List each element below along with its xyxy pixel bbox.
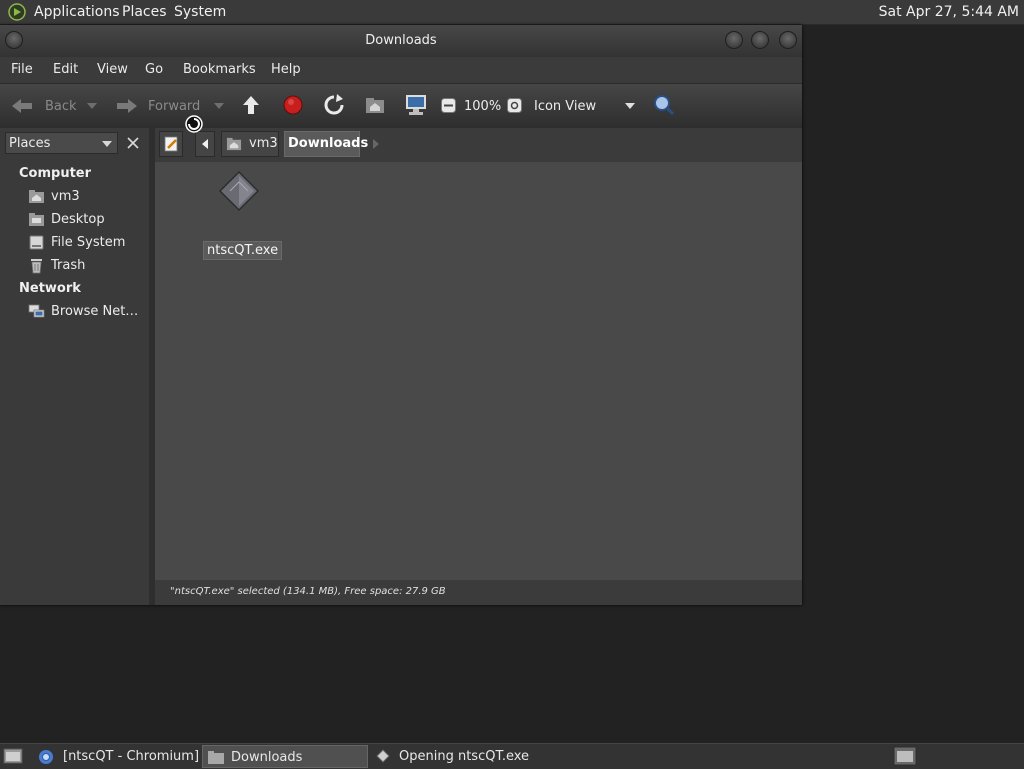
system-menu[interactable]: System [174, 4, 226, 20]
busy-cursor-icon [185, 115, 203, 133]
maximize-button[interactable] [751, 31, 769, 49]
drive-icon [28, 234, 45, 251]
file-view[interactable]: ntscQT.exe [155, 162, 802, 580]
home-folder-icon[interactable] [364, 94, 386, 116]
reload-icon[interactable] [323, 94, 345, 116]
places-menu[interactable]: Places [122, 4, 167, 20]
titlebar[interactable]: Downloads [0, 25, 802, 57]
sidebar-item-label: Desktop [51, 212, 105, 227]
zoom-level[interactable]: 100% [464, 99, 501, 114]
forward-button[interactable]: Forward [148, 99, 200, 114]
stop-icon[interactable] [283, 95, 303, 115]
workspace-switcher[interactable] [893, 745, 917, 768]
sidebar-item-trash[interactable]: Trash [28, 256, 146, 276]
menu-bookmarks[interactable]: Bookmarks [183, 62, 256, 77]
up-arrow-icon[interactable] [241, 94, 261, 118]
gnome-logo-icon[interactable] [8, 3, 26, 21]
taskbar: [ntscQT - Chromium] Downloads Opening nt… [0, 743, 1024, 769]
toolbar: Back Forward 100% Icon View [0, 83, 802, 129]
executable-file-icon [218, 170, 260, 212]
back-arrow-icon[interactable] [10, 96, 36, 116]
side-pane: Places Computer vm3 Desktop File System [0, 128, 149, 605]
applications-menu[interactable]: Applications [34, 4, 120, 20]
home-folder-icon [28, 188, 45, 205]
menu-file[interactable]: File [11, 62, 33, 77]
sidebar-item-label: vm3 [51, 189, 80, 204]
task-opening-file[interactable]: Opening ntscQT.exe [372, 745, 542, 768]
task-label: Opening ntscQT.exe [399, 749, 530, 764]
file-name: ntscQT.exe [203, 241, 283, 260]
view-mode-dropdown-icon[interactable] [625, 103, 635, 109]
task-label: Downloads [231, 750, 303, 765]
crumb-label: Downloads [288, 136, 369, 151]
section-computer: Computer [19, 166, 92, 181]
network-icon [28, 303, 45, 320]
file-item[interactable]: ntscQT.exe [202, 170, 283, 264]
crumb-vm3[interactable]: vm3 [221, 131, 279, 157]
folder-icon [207, 749, 225, 765]
computer-icon[interactable] [404, 93, 428, 117]
zoom-in-icon[interactable] [507, 98, 522, 113]
task-downloads[interactable]: Downloads [202, 745, 368, 768]
sidebar-item-label: File System [51, 235, 126, 250]
side-pane-selector-value: Places [9, 136, 51, 151]
window-title: Downloads [365, 33, 437, 48]
status-bar: "ntscQT.exe" selected (134.1 MB), Free s… [155, 580, 802, 605]
home-folder-icon [226, 136, 242, 152]
menu-edit[interactable]: Edit [53, 62, 78, 77]
trash-icon [28, 257, 45, 274]
view-mode-select[interactable]: Icon View [534, 99, 596, 114]
toggle-location-entry-button[interactable] [159, 131, 183, 157]
task-chromium[interactable]: [ntscQT - Chromium] [34, 745, 200, 768]
sidebar-item-desktop[interactable]: Desktop [28, 210, 146, 230]
executable-file-icon [376, 749, 390, 763]
chromium-icon [38, 749, 54, 765]
chevron-down-icon [102, 141, 112, 147]
back-history-dropdown-icon[interactable] [87, 103, 97, 109]
menu-view[interactable]: View [97, 62, 128, 77]
forward-arrow-icon[interactable] [113, 96, 139, 116]
sidebar-item-browse-network[interactable]: Browse Net… [28, 302, 146, 322]
menubar: File Edit View Go Bookmarks Help [0, 57, 802, 83]
desktop-folder-icon [28, 211, 45, 228]
sidebar-item-file-system[interactable]: File System [28, 233, 146, 253]
zoom-out-icon[interactable] [441, 98, 456, 113]
search-icon[interactable] [653, 94, 675, 116]
path-back-arrow[interactable] [195, 131, 215, 157]
show-desktop-button[interactable] [2, 745, 24, 768]
path-forward-arrow-icon[interactable] [371, 138, 381, 150]
crumb-label: vm3 [249, 136, 278, 151]
file-manager-window: Downloads File Edit View Go Bookmarks He… [0, 25, 802, 605]
forward-history-dropdown-icon[interactable] [214, 103, 224, 109]
sidebar-item-label: Trash [51, 258, 86, 273]
close-pane-icon[interactable] [123, 133, 143, 153]
side-pane-selector[interactable]: Places [5, 132, 118, 154]
menu-help[interactable]: Help [271, 62, 301, 77]
section-network: Network [19, 281, 81, 296]
status-text: "ntscQT.exe" selected (134.1 MB), Free s… [170, 586, 446, 597]
sidebar-item-vm3[interactable]: vm3 [28, 187, 146, 207]
back-button[interactable]: Back [45, 99, 77, 114]
clock[interactable]: Sat Apr 27, 5:44 AM [879, 4, 1019, 20]
sidebar-item-label: Browse Net… [51, 304, 139, 319]
top-panel: Applications Places System Sat Apr 27, 5… [0, 0, 1024, 25]
location-bar: vm3 Downloads [155, 128, 802, 162]
menu-go[interactable]: Go [145, 62, 163, 77]
crumb-downloads[interactable]: Downloads [284, 131, 368, 157]
minimize-button[interactable] [725, 31, 743, 49]
task-label: [ntscQT - Chromium] [63, 749, 200, 764]
close-button[interactable] [779, 31, 797, 49]
